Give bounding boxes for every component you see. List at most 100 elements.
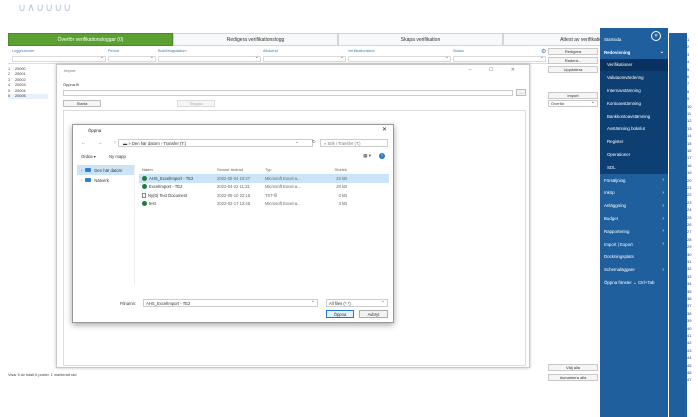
line-number: 24	[687, 207, 692, 213]
sidebar-item-schemalaggare[interactable]: Schemaläggare ›	[600, 263, 668, 276]
overfor-select[interactable]: Överför	[548, 99, 598, 107]
line-number: 9	[687, 96, 690, 102]
sidebar-item-budget[interactable]: Budget ›	[600, 212, 668, 225]
uppdatera-button[interactable]: Uppdatera	[548, 66, 598, 73]
open-button[interactable]: Öppna	[326, 310, 354, 318]
filter-allokerat[interactable]	[263, 54, 346, 62]
line-number: 38	[687, 310, 692, 316]
tree-item-network[interactable]: › Nätverk	[77, 175, 134, 185]
gear-icon[interactable]: ⚙	[541, 48, 546, 55]
address-controls[interactable]: ⌄ ↻	[295, 139, 322, 145]
log-list: 1 20000 2 20001 3 20002 4 20003 5 20004 6 2000…	[8, 66, 48, 99]
stop-button[interactable]: Stoppa	[177, 100, 215, 107]
sidebar-submenu: Verifikationer Valutaomvärdering Interna…	[600, 58, 668, 174]
col-type[interactable]: Typ	[265, 167, 307, 172]
close-icon[interactable]: ✕	[382, 126, 387, 133]
filter-verifikationstext[interactable]	[348, 54, 451, 62]
sidebar-item-open-windows[interactable]: Öppna fönster ⌄ Ctrl+Tab	[600, 276, 668, 289]
file-row[interactable]: Ny(tt) Text Document 2022-05-10 22:16 TX…	[139, 191, 389, 200]
col-modified[interactable]: Senast ändrad	[217, 167, 265, 172]
line-number: 13	[687, 125, 692, 131]
sidebar-item-register[interactable]: Register	[600, 135, 668, 148]
line-number: 18	[687, 162, 692, 168]
line-number: 36	[687, 296, 692, 301]
filter-status[interactable]	[453, 54, 546, 62]
tab-edit-log[interactable]: Redigera verifikationslogg	[173, 33, 338, 46]
sidebar-item-verifikationer[interactable]: Verifikationer	[600, 58, 668, 72]
new-folder-button[interactable]: Ny mapp	[109, 154, 126, 159]
help-icon[interactable]: ?	[379, 153, 385, 159]
browse-button[interactable]: ...	[516, 89, 526, 96]
file-path-input[interactable]	[63, 90, 513, 96]
file-row[interactable]: AHS_ExcelImport - TE2 2022-05-04 10:27 M…	[139, 174, 389, 183]
collapse-sidebar-icon[interactable]: »	[651, 31, 661, 41]
line-number: 28	[687, 236, 692, 242]
import-button[interactable]: Import	[548, 92, 598, 99]
cancel-button[interactable]: Avbryt	[359, 310, 388, 318]
start-button[interactable]: Starta	[63, 100, 101, 107]
tab-transfer-logs[interactable]: Överför verifikationsloggar (0)	[8, 33, 173, 46]
line-number: 33	[687, 273, 692, 279]
chevron-right-icon: ›	[662, 215, 664, 222]
sidebar-item-anlaggning[interactable]: Anläggning ›	[600, 199, 668, 212]
sidebar-item-redovisning[interactable]: Redovisning ⌄	[600, 46, 668, 59]
col-bokforingsdatum[interactable]: Bokföringsdatum	[158, 49, 187, 53]
select-all-button[interactable]: Välj alla	[548, 364, 598, 371]
search-input[interactable]: ⌕ Sök i Transfer (T:)	[320, 139, 388, 147]
sidebar-item-internavstamning[interactable]: Internavstämning	[600, 84, 668, 97]
file-row[interactable]: test 2022-02-17 12:46 Microsoft Excel-a.…	[139, 200, 389, 209]
table-row[interactable]: 6 20005	[8, 93, 48, 99]
computer-icon	[85, 168, 92, 172]
address-bar[interactable]: ▬ » Den här datorn › Transfer (T:)	[118, 139, 313, 147]
tab-create-verification[interactable]: Skapa verifikation	[338, 33, 503, 46]
file-list: Namn Senast ändrad Typ Storlek AHS_Excel…	[139, 165, 389, 208]
sidebar-item-bankkontoavstamning[interactable]: Bankkontoavstämning	[600, 110, 668, 123]
tree-item-this-pc[interactable]: › Den här datorn	[77, 165, 134, 175]
line-number: 44	[687, 355, 692, 361]
line-number: 29	[687, 244, 692, 250]
import-dialog-title: Import	[64, 68, 76, 73]
line-number: 2	[687, 44, 690, 50]
line-number: 1	[687, 37, 690, 42]
line-number: 47	[687, 377, 692, 383]
filter-period[interactable]	[108, 54, 156, 62]
deselect-all-button[interactable]: Avmarkera alla	[548, 374, 598, 381]
file-row[interactable]: ExcelImport - TE2 2022-04-22 11:31 Micro…	[139, 183, 389, 192]
line-number: 12	[687, 118, 692, 124]
col-size[interactable]: Storlek	[307, 167, 347, 172]
chevron-right-icon: ›	[662, 266, 664, 273]
status-text: Visar 6 av totalt 6 poster. 1 markerad r…	[8, 373, 77, 377]
sidebar-item-avstamning-bokslut[interactable]: Avstämning bokslut	[600, 123, 668, 136]
sidebar-item-dockningsplats[interactable]: Dockningsplats	[600, 251, 668, 264]
filetype-select[interactable]: All files (*.*)	[326, 298, 388, 307]
line-number: 17	[687, 155, 692, 161]
view-icon[interactable]: ▦ ▾	[363, 153, 371, 159]
sidebar-item-operationer[interactable]: Operationer	[600, 148, 668, 161]
sidebar-item-kontoavstamning[interactable]: Kontoavstämning	[600, 97, 668, 110]
window-controls[interactable]: – ☐ ✕	[469, 67, 523, 73]
col-loggnummer[interactable]: Loggnummer	[12, 49, 34, 53]
filename-input[interactable]: AHS_ExcelImport - TE2	[143, 298, 318, 307]
col-allokerat[interactable]: Allokerat	[263, 49, 278, 53]
sidebar-item-sdl[interactable]: SDL	[600, 161, 668, 174]
col-verifikationstext[interactable]: Verifikationstext	[348, 49, 375, 53]
action-buttons: Redigera Radera... Uppdatera	[548, 48, 598, 75]
sidebar-item-valutaomvardering[interactable]: Valutaomvärdering	[600, 71, 668, 84]
filter-loggnummer[interactable]	[12, 54, 106, 62]
col-status[interactable]: Status	[453, 49, 464, 53]
ordna-button[interactable]: Ordna ▾	[81, 154, 96, 159]
sidebar-item-import-export[interactable]: Import | Export ›	[600, 238, 668, 251]
line-number: 15	[687, 140, 692, 146]
filter-bokforingsdatum[interactable]	[158, 54, 261, 62]
col-period[interactable]: Period	[108, 49, 119, 53]
sidebar-item-forsaljning[interactable]: Försäljning ›	[600, 174, 668, 187]
file-list-header: Namn Senast ändrad Typ Storlek	[139, 165, 389, 174]
redigera-button[interactable]: Redigera	[548, 48, 598, 55]
sidebar-item-inkop[interactable]: Inköp ›	[600, 187, 668, 200]
radera-button[interactable]: Radera...	[548, 57, 598, 64]
col-name[interactable]: Namn	[139, 167, 217, 172]
line-numbers: 1 2 3 4 5 6 7 8 9 10 11 12 13 14 15 16 17 18 19 20 21 22 23 24 2…	[669, 33, 698, 417]
nav-arrows[interactable]: ← → ↑	[81, 140, 121, 146]
chevron-right-icon: ›	[662, 177, 664, 184]
sidebar-item-rapportering[interactable]: Rapportering ›	[600, 225, 668, 238]
